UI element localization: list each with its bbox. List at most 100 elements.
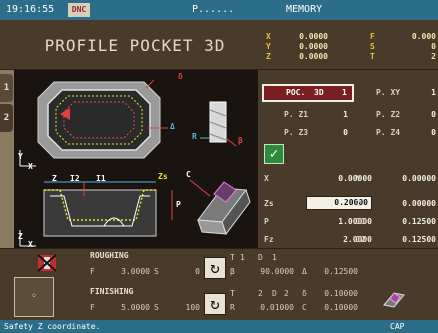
pz4-label: P. Z4 [376, 128, 401, 137]
position-readout-xyz: X 0.0000 Y 0.0000 Z 0.0000 [266, 32, 328, 62]
i2-value[interactable]: 0.12500 [382, 235, 436, 244]
label-y-axis: Y [18, 152, 23, 161]
label-i2: I2 [70, 174, 80, 183]
finishing-c-value[interactable]: 0.10000 [316, 303, 358, 312]
operation-selector-button[interactable]: ◦ [14, 277, 54, 317]
pocket-diagram-graphic [19, 79, 251, 247]
axis-value: 0.0000 [299, 42, 328, 51]
roughing-disabled-icon[interactable] [36, 253, 58, 273]
memory-indicator: MEMORY [286, 4, 323, 15]
x-value[interactable]: 0.00000 [306, 174, 372, 183]
finishing-title: FINISHING [90, 287, 134, 296]
caps-lock-indicator: CAP [390, 322, 405, 331]
roughing-title: ROUGHING [90, 251, 129, 260]
axis-label: X [266, 32, 271, 41]
finishing-delta-label: δ [302, 289, 307, 298]
finishing-t-label: T [230, 289, 235, 298]
top-status-bar: 19:16:55 DNC P...... MEMORY [0, 0, 438, 20]
roughing-rotation-button[interactable]: ↻ [204, 257, 226, 279]
pocket-selector[interactable]: POC. 3D 1 [262, 84, 354, 102]
axis-label: Y [266, 42, 271, 51]
label-beta: β [238, 136, 243, 145]
cycle-header: PROFILE POCKET 3D X 0.0000 Y 0.0000 Z 0.000… [0, 20, 438, 70]
label-i1: I1 [96, 174, 106, 183]
finishing-rotation-button[interactable]: ↻ [204, 293, 226, 315]
axis-value: 0 [431, 42, 436, 51]
label-z-axis: Z [18, 232, 23, 241]
dnc-badge[interactable]: DNC [68, 3, 90, 17]
label-c: C [186, 170, 191, 179]
axis-label: T [370, 52, 375, 61]
poc-type: 3D [314, 88, 324, 97]
geometry-diagram: δ Δ R β Y X Z I2 I1 Zs C P Z X [14, 70, 258, 248]
axis-label: F [370, 32, 375, 41]
label-x-axis: X [28, 162, 33, 171]
page-title: PROFILE POCKET 3D [44, 36, 226, 55]
label-delta: δ [178, 72, 183, 81]
program-name: P...... [192, 4, 235, 15]
label-z: Z [52, 174, 57, 183]
axis-value: 0.0000 [299, 32, 328, 41]
roughing-delta-value[interactable]: 0.12500 [316, 267, 358, 276]
pz3-value[interactable]: 0 [318, 128, 348, 137]
label-zs: Zs [158, 172, 168, 181]
bottom-status-bar: Safety Z coordinate. CAP [0, 320, 438, 333]
cnc-screen: 19:16:55 DNC P...... MEMORY PROFILE POCK… [0, 0, 438, 333]
zs-input[interactable]: 0.20000 [306, 196, 372, 210]
roughing-delta-label: Δ [302, 267, 307, 276]
label-delta-big: Δ [170, 122, 175, 131]
i1-value[interactable]: 0.12500 [382, 217, 436, 226]
parameter-panel: POC. 3D 1 P. XY 1 P. Z1 1 P. Z2 0 P. Z3 … [258, 70, 438, 248]
pxy-label: P. XY [376, 88, 401, 97]
pocket-selector-field: POC. 3D 1 [264, 86, 352, 100]
poc-value: 1 [342, 88, 347, 97]
finishing-f-label: F [90, 303, 95, 312]
i1-label: I1 [356, 217, 366, 226]
axis-label: Z [266, 52, 271, 61]
z-value[interactable]: 0.00000 [382, 199, 436, 208]
clock: 19:16:55 [6, 4, 55, 15]
roughing-s-value[interactable]: 0 [176, 267, 200, 276]
y-value[interactable]: 0.00000 [382, 174, 436, 183]
pz1-value[interactable]: 1 [318, 110, 348, 119]
side-tab-1[interactable]: 1 [0, 74, 13, 102]
finishing-s-label: S [154, 303, 159, 312]
finishing-d-value[interactable]: 2 [284, 289, 289, 298]
finishing-delta-value[interactable]: 0.10000 [316, 289, 358, 298]
pz4-value[interactable]: 0 [408, 128, 436, 137]
label-r: R [192, 132, 197, 141]
finishing-r-label: R [230, 303, 235, 312]
pz2-label: P. Z2 [376, 110, 401, 119]
axis-value: 0.0000 [299, 52, 328, 61]
roughing-t-value[interactable]: 1 [240, 253, 245, 262]
roughing-f-value[interactable]: 3.0000 [106, 267, 150, 276]
z-label: Z [356, 199, 361, 208]
finishing-f-value[interactable]: 5.0000 [106, 303, 150, 312]
roughing-s-label: S [154, 267, 159, 276]
roughing-beta-value[interactable]: 90.0000 [244, 267, 294, 276]
side-tab-2[interactable]: 2 [0, 104, 13, 132]
roughing-d-value[interactable]: 1 [272, 253, 277, 262]
pz2-value[interactable]: 0 [408, 110, 436, 119]
status-message: Safety Z coordinate. [4, 322, 101, 331]
finishing-r-value[interactable]: 0.01000 [244, 303, 294, 312]
x-label: X [264, 174, 269, 183]
finishing-c-label: C [302, 303, 307, 312]
axis-value: 0.000 [411, 32, 436, 41]
roughing-beta-label: β [230, 267, 235, 276]
finishing-t-value[interactable]: 2 [258, 289, 263, 298]
label-p: P [176, 200, 181, 209]
y-label: Y [356, 174, 361, 183]
roughing-d-label: D [258, 253, 263, 262]
feed-speed-tool-readout: F 0.000 S 0 T 2 [370, 32, 436, 62]
pxy-value[interactable]: 1 [408, 88, 436, 97]
finishing-s-value[interactable]: 100 [176, 303, 200, 312]
confirm-check-button[interactable]: ✓ [264, 144, 284, 164]
p-label: P [264, 217, 269, 226]
roughing-t-label: T [230, 253, 235, 262]
chamfer-tool-icon[interactable] [382, 289, 406, 309]
finishing-d-label: D [272, 289, 277, 298]
roughing-f-label: F [90, 267, 95, 276]
fz-label: Fz [264, 235, 274, 244]
axis-value: 2 [431, 52, 436, 61]
